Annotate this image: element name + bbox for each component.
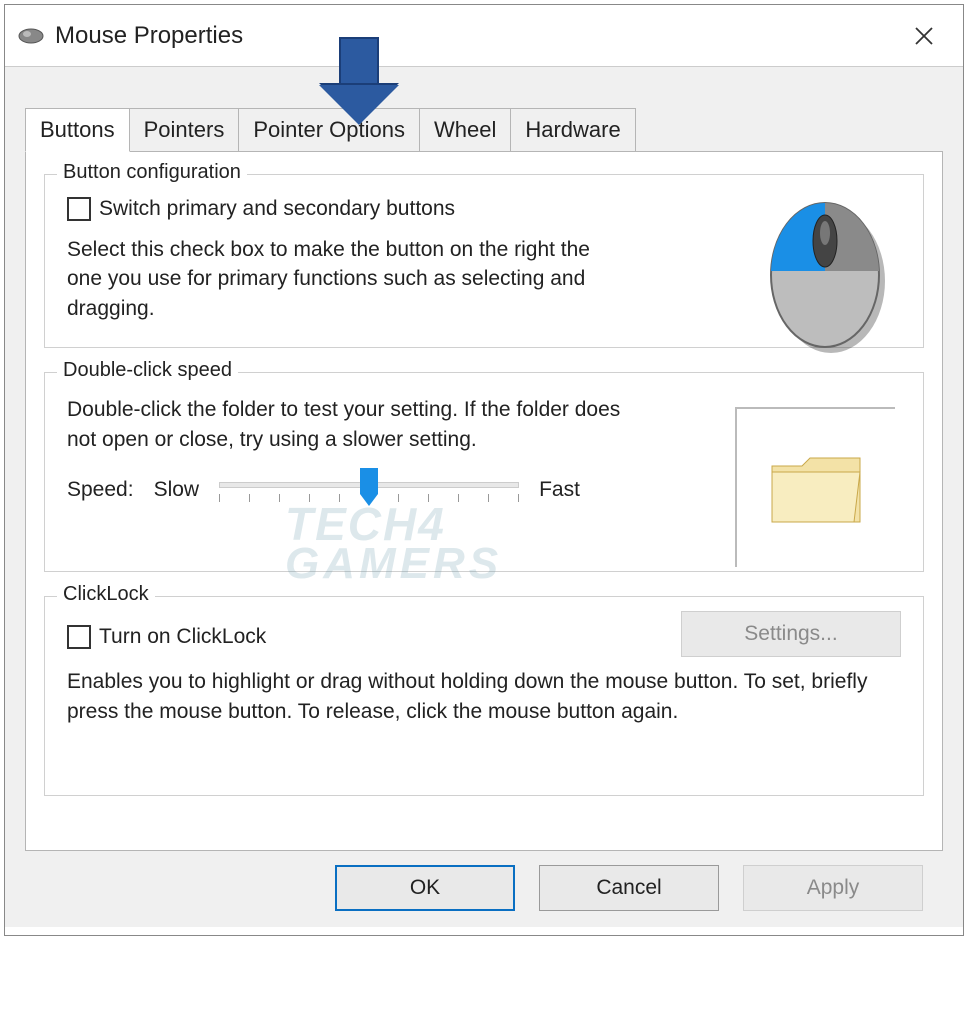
tab-buttons[interactable]: Buttons (25, 108, 130, 152)
dialog-button-row: OK Cancel Apply (25, 851, 943, 913)
tab-strip: Buttons Pointers Pointer Options Wheel H… (25, 108, 943, 152)
annotation-arrow-icon (319, 37, 399, 125)
clicklock-description: Enables you to highlight or drag without… (67, 667, 887, 726)
content-area: TECH4 GAMERS Buttons Pointers Pointer Op… (5, 67, 963, 927)
mouse-properties-dialog: Mouse Properties TECH4 GAMERS Buttons Po… (4, 4, 964, 936)
tab-panel: Button configuration Switch primary and … (25, 151, 943, 851)
slow-label: Slow (154, 478, 200, 502)
apply-button: Apply (743, 865, 923, 911)
group-double-click-speed: Double-click speed Double-click the fold… (44, 372, 924, 572)
tab-hardware[interactable]: Hardware (511, 108, 635, 152)
double-click-description: Double-click the folder to test your set… (67, 395, 627, 454)
switch-buttons-checkbox[interactable] (67, 197, 91, 221)
group-title: Double-click speed (57, 359, 238, 382)
group-title: ClickLock (57, 583, 155, 606)
speed-slider[interactable] (219, 472, 519, 508)
title-bar: Mouse Properties (5, 5, 963, 67)
close-button[interactable] (897, 15, 951, 57)
mouse-icon (17, 27, 45, 45)
slider-thumb-icon (360, 468, 378, 506)
fast-label: Fast (539, 478, 580, 502)
switch-buttons-label: Switch primary and secondary buttons (99, 197, 455, 221)
cancel-button[interactable]: Cancel (539, 865, 719, 911)
clicklock-checkbox[interactable] (67, 625, 91, 649)
ok-button[interactable]: OK (335, 865, 515, 911)
close-icon (914, 26, 934, 46)
tab-wheel[interactable]: Wheel (420, 108, 511, 152)
double-click-test-area[interactable] (735, 407, 895, 567)
group-clicklock: ClickLock Turn on ClickLock Settings... … (44, 596, 924, 796)
group-button-configuration: Button configuration Switch primary and … (44, 174, 924, 348)
tab-pointers[interactable]: Pointers (130, 108, 240, 152)
switch-buttons-description: Select this check box to make the button… (67, 235, 627, 323)
window-title: Mouse Properties (55, 22, 897, 50)
clicklock-settings-button: Settings... (681, 611, 901, 657)
speed-label: Speed: (67, 478, 134, 502)
clicklock-label: Turn on ClickLock (99, 625, 266, 649)
group-title: Button configuration (57, 161, 247, 184)
folder-icon (766, 448, 866, 528)
mouse-illustration-icon (755, 193, 895, 353)
